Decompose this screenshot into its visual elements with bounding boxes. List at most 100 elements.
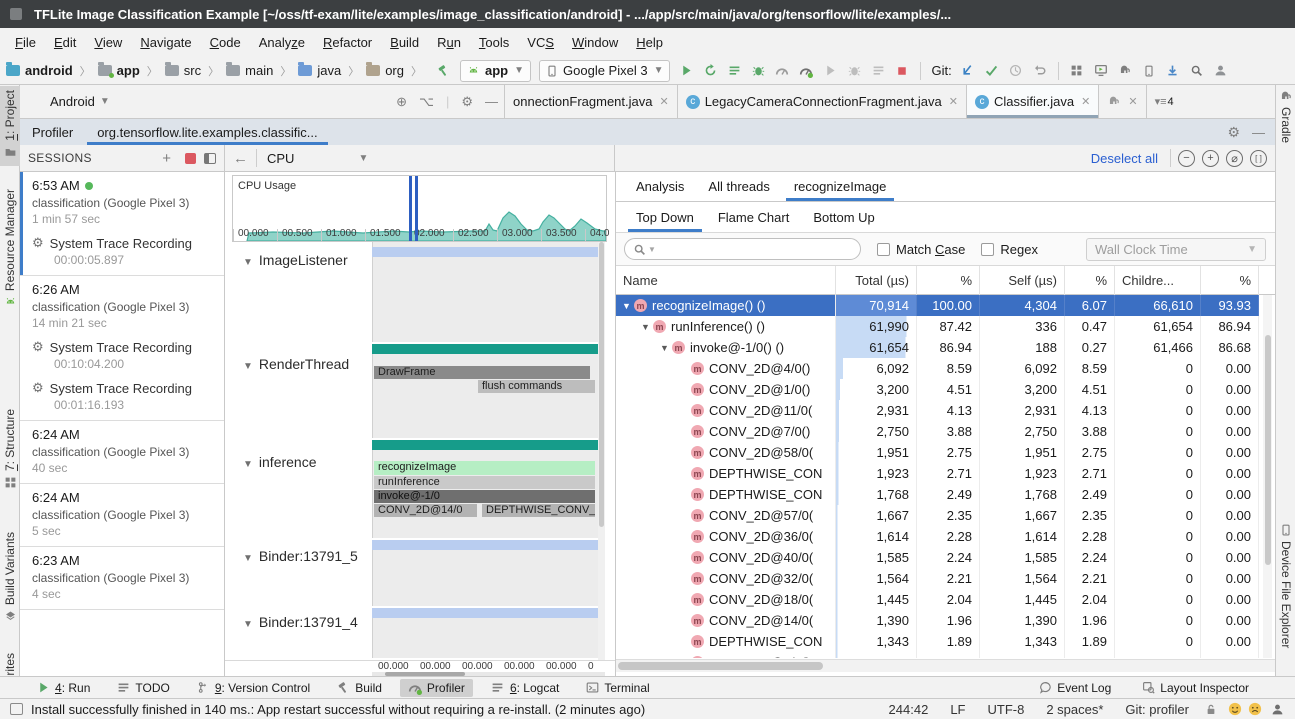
toolwindow-button-4-run[interactable]: 4: Run: [28, 679, 98, 697]
session-entry[interactable]: 6:23 AMclassification (Google Pixel 3)4 …: [20, 547, 224, 610]
table-row[interactable]: mCONV_2D@4/0()6,0928.596,0928.5900.00: [616, 358, 1259, 379]
expand-arrow-icon[interactable]: ▼: [622, 301, 634, 311]
apply-code-changes-icon[interactable]: [723, 61, 745, 81]
build-hammer-icon[interactable]: [433, 61, 455, 81]
table-row[interactable]: mCONV_2D@7/0()2,7503.882,7503.8800.00: [616, 421, 1259, 442]
column-header-5[interactable]: Childre...: [1115, 266, 1201, 295]
threads-vertical-scrollbar[interactable]: [598, 242, 605, 660]
toolwindow-button-todo[interactable]: TODO: [108, 679, 177, 697]
table-row[interactable]: mCONV_2D@1/0()3,2004.513,2004.5100.00: [616, 379, 1259, 400]
trace-span[interactable]: invoke@-1/0: [374, 490, 595, 503]
sidebar-item-7-structure[interactable]: 7: Structure: [0, 405, 20, 497]
menu-tools[interactable]: Tools: [470, 31, 518, 54]
close-icon[interactable]: ✕: [1081, 95, 1090, 108]
zoom-out-icon[interactable]: −: [1178, 150, 1195, 167]
breadcrumb-main[interactable]: main: [226, 63, 273, 78]
sidebar-item-resource-manager[interactable]: Resource Manager: [0, 185, 20, 330]
column-header-0[interactable]: Name: [616, 266, 836, 295]
menu-window[interactable]: Window: [563, 31, 627, 54]
toolwindow-button-layout-inspector[interactable]: Layout Inspector: [1133, 679, 1257, 697]
table-row[interactable]: mCONV_2D@36/0(1,6142.281,6142.2800.00: [616, 526, 1259, 547]
menu-vcs[interactable]: VCS: [518, 31, 563, 54]
table-horizontal-scrollbar[interactable]: [616, 659, 1276, 672]
table-vertical-scrollbar[interactable]: [1263, 295, 1272, 658]
debug-disabled-icon[interactable]: [843, 61, 865, 81]
chevron-down-icon[interactable]: ▼: [243, 459, 253, 470]
reset-zoom-icon[interactable]: ⌀: [1226, 150, 1243, 167]
column-header-1[interactable]: Total (µs): [836, 266, 917, 295]
trace-span[interactable]: recognizeImage: [374, 461, 595, 475]
profiler-settings-gear-icon[interactable]: ⚙: [1227, 124, 1240, 141]
selection-marker[interactable]: [415, 176, 418, 241]
lock-icon[interactable]: [1203, 701, 1219, 717]
trace-span[interactable]: runInference: [374, 476, 595, 489]
session-entry[interactable]: 6:26 AMclassification (Google Pixel 3)14…: [20, 276, 224, 421]
stop-icon[interactable]: [891, 61, 913, 81]
zoom-to-selection-icon[interactable]: [ ]: [1250, 150, 1267, 167]
table-row[interactable]: mDEPTHWISE_CON1,3431.891,3431.8900.00: [616, 631, 1259, 652]
column-header-6[interactable]: %: [1201, 266, 1259, 295]
menu-run[interactable]: Run: [428, 31, 470, 54]
thread-row-binder-13791-4[interactable]: ▼Binder:13791_4: [225, 608, 606, 660]
table-row[interactable]: mCONV_2D@11/0(2,9314.132,9314.1300.00: [616, 400, 1259, 421]
menu-file[interactable]: File: [6, 31, 45, 54]
menu-code[interactable]: Code: [201, 31, 250, 54]
update-project-icon[interactable]: [957, 61, 979, 81]
add-session-icon[interactable]: +: [162, 150, 171, 167]
expand-arrow-icon[interactable]: ▼: [660, 343, 672, 353]
table-row[interactable]: mCONV_2D@18/0(1,4452.041,4452.0400.00: [616, 589, 1259, 610]
settings-gear-icon[interactable]: ⚙: [461, 94, 473, 110]
toolwindow-button-profiler[interactable]: Profiler: [400, 679, 473, 697]
regex-checkbox[interactable]: [981, 243, 994, 256]
device-select[interactable]: Google Pixel 3 ▼: [539, 60, 670, 82]
line-ending[interactable]: LF: [950, 702, 965, 717]
trace-span[interactable]: flush commands: [478, 380, 595, 393]
tab-analysis[interactable]: Analysis: [624, 172, 696, 201]
breadcrumb-src[interactable]: src: [165, 63, 201, 78]
table-row[interactable]: mCONV_2D@40/0(1,5852.241,5852.2400.00: [616, 547, 1259, 568]
profile-icon[interactable]: [795, 61, 817, 81]
breadcrumb-org[interactable]: org: [366, 63, 404, 78]
recording-entry[interactable]: ⚙System Trace Recording00:10:04.200: [32, 339, 216, 371]
git-branch[interactable]: Git: profiler: [1125, 702, 1189, 717]
session-entry[interactable]: 6:24 AMclassification (Google Pixel 3)5 …: [20, 484, 224, 547]
thread-state-bar[interactable]: [372, 247, 605, 257]
profiler-minimize-icon[interactable]: —: [1252, 125, 1265, 140]
sidebar-item-gradle[interactable]: Gradle: [1276, 89, 1295, 167]
profiler-window-label[interactable]: Profiler: [20, 125, 83, 140]
trace-span[interactable]: CONV_2D@14/0: [374, 504, 477, 517]
menu-edit[interactable]: Edit: [45, 31, 85, 54]
feedback-sad-icon[interactable]: [1247, 701, 1263, 717]
breadcrumb-android[interactable]: android: [6, 63, 73, 78]
table-row[interactable]: mDEPTHWISE_CON1,7682.491,7682.4900.00: [616, 484, 1259, 505]
expand-arrow-icon[interactable]: ▼: [641, 322, 653, 332]
tab-top-down[interactable]: Top Down: [624, 202, 706, 232]
user-avatar-icon[interactable]: [1210, 61, 1232, 81]
thread-state-bar[interactable]: [372, 440, 605, 450]
device-manager-icon[interactable]: [1090, 61, 1112, 81]
close-icon[interactable]: ✕: [949, 95, 958, 108]
history-icon[interactable]: [1005, 61, 1027, 81]
back-arrow-icon[interactable]: ←: [233, 150, 248, 167]
chevron-down-icon[interactable]: ▼: [243, 553, 253, 564]
thread-row-renderthread[interactable]: ▼RenderThreadDrawFrameflush commands: [225, 344, 606, 440]
locate-file-icon[interactable]: ⊕: [396, 94, 407, 110]
run-icon[interactable]: [675, 61, 697, 81]
split-panel-icon[interactable]: [204, 153, 216, 164]
tab-recognizeimage[interactable]: recognizeImage: [782, 172, 899, 201]
run-disabled-icon[interactable]: [819, 61, 841, 81]
cpu-usage-chart[interactable]: CPU Usage 00.00000.50001.00001.50002.000…: [232, 175, 607, 242]
table-row[interactable]: ▼mrunInference() ()61,99087.423360.4761,…: [616, 316, 1259, 337]
session-entry[interactable]: 6:53 AMclassification (Google Pixel 3)1 …: [20, 172, 224, 276]
tab-flame-chart[interactable]: Flame Chart: [706, 202, 802, 232]
hide-panel-icon[interactable]: —: [485, 94, 498, 109]
file-encoding[interactable]: UTF-8: [987, 702, 1024, 717]
deselect-all-link[interactable]: Deselect all: [1091, 151, 1158, 166]
sdk-manager-icon[interactable]: [1162, 61, 1184, 81]
trace-span[interactable]: DEPTHWISE_CONV_...: [482, 504, 595, 517]
thread-row-binder-13791-5[interactable]: ▼Binder:13791_5: [225, 540, 606, 608]
hidden-tabs-dropdown[interactable]: ▾≡4: [1147, 85, 1182, 118]
toolwindow-button-terminal[interactable]: Terminal: [577, 679, 657, 697]
table-row[interactable]: ▼mrecognizeImage() ()70,914100.004,3046.…: [616, 295, 1259, 316]
menu-refactor[interactable]: Refactor: [314, 31, 381, 54]
